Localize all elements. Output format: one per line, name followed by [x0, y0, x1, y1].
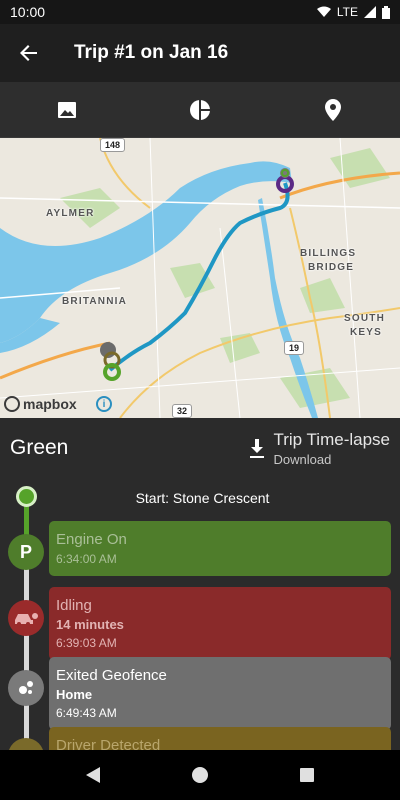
trip-detail-screen: 10:00 LTE Trip #1 on Jan 16 AYLMER BRITA… — [0, 0, 400, 800]
arrow-left-icon — [20, 45, 37, 61]
signal-icon — [364, 6, 376, 18]
vehicle-name: Green — [10, 436, 69, 459]
trip-map[interactable]: AYLMER BRITANNIA BILLINGS BRIDGE SOUTH K… — [0, 138, 400, 418]
map-label-britannia: BRITANNIA — [62, 296, 128, 307]
image-icon — [57, 101, 76, 118]
system-nav-bar — [0, 750, 400, 800]
driver-icon — [8, 738, 44, 750]
tab-media[interactable] — [0, 82, 133, 137]
map-label-keys: KEYS — [350, 327, 383, 338]
map-label-south: SOUTH — [344, 313, 385, 324]
mapbox-logo: mapbox — [4, 396, 77, 412]
trip-summary: Green Trip Time-lapse Download — [0, 418, 400, 478]
tab-bar — [0, 82, 400, 138]
network-type: LTE — [336, 5, 358, 19]
trip-timeline[interactable]: Start: Stone Crescent P Engine On 6:34:0… — [0, 478, 400, 750]
timelapse-title: Trip Time-lapse — [273, 429, 390, 449]
map-label-bridge: BRIDGE — [308, 262, 355, 273]
location-pin-icon — [325, 98, 342, 121]
geofence-icon — [8, 670, 44, 706]
map-attribution-info-button[interactable]: i — [96, 396, 112, 412]
timeline-event-driver-detected[interactable]: Driver Detected — [49, 727, 391, 750]
map-label-billings: BILLINGS — [300, 248, 357, 259]
road-shield-148: 148 — [100, 138, 126, 152]
road-shield-19: 19 — [284, 341, 305, 355]
status-bar: 10:00 LTE — [0, 0, 400, 24]
home-circle-icon[interactable] — [191, 766, 209, 784]
back-triangle-icon[interactable] — [85, 766, 101, 784]
wifi-icon — [316, 6, 331, 17]
mapbox-mark-icon — [4, 396, 20, 412]
map-canvas — [0, 138, 400, 418]
back-button[interactable] — [0, 24, 58, 82]
map-label-aylmer: AYLMER — [46, 208, 95, 219]
battery-icon — [382, 5, 390, 19]
timelapse-action: Download — [273, 451, 332, 467]
status-time: 10:00 — [10, 4, 46, 20]
app-bar: Trip #1 on Jan 16 — [0, 24, 400, 82]
pie-chart-icon — [189, 99, 210, 120]
start-label: Start: Stone Crescent — [135, 490, 270, 506]
road-shield-32: 32 — [172, 404, 193, 418]
timeline-event-idling[interactable]: Idling 14 minutes 6:39:03 AM — [49, 587, 391, 660]
parking-icon: P — [8, 534, 44, 570]
recents-square-icon[interactable] — [299, 767, 315, 783]
timeline-event-engine-on[interactable]: Engine On 6:34:00 AM — [49, 521, 391, 576]
download-icon — [250, 439, 265, 458]
timelapse-download-button[interactable]: Trip Time-lapse Download — [247, 430, 390, 467]
timeline-event-exited-geofence[interactable]: Exited Geofence Home 6:49:43 AM — [49, 657, 391, 730]
tab-location[interactable] — [267, 82, 400, 137]
page-title: Trip #1 on Jan 16 — [74, 42, 229, 63]
tab-stats[interactable] — [133, 82, 266, 137]
idling-car-icon — [8, 600, 44, 636]
status-icons: LTE — [316, 5, 390, 19]
